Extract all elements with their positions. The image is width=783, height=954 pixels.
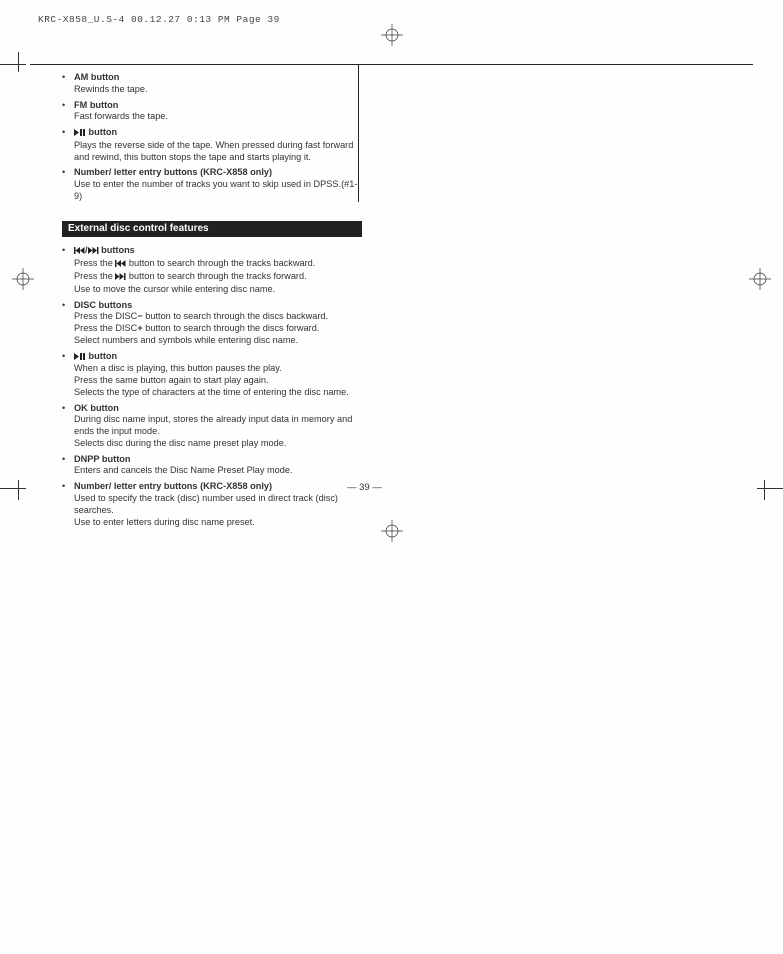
print-header: KRC-X858_U.S-4 00.12.27 0:13 PM Page 39 [38,14,280,25]
disc-controls-list: / buttons Press the button to search thr… [62,245,362,528]
item-title: button [74,351,117,361]
list-item: DISC buttons Press the DISC− button to s… [62,300,362,347]
play-pause-icon [74,352,86,364]
list-item: AM button Rewinds the tape. [62,72,362,96]
play-pause-icon [74,128,86,140]
item-title: Number/ letter entry buttons (KRC-X858 o… [74,481,272,491]
tape-controls-list: AM button Rewinds the tape. FM button Fa… [62,72,362,203]
item-title: DNPP button [74,454,130,464]
item-title: button [74,127,117,137]
list-item: OK button During disc name input, stores… [62,403,362,450]
skip-back-icon [115,259,126,271]
item-line: Press the button to search through the t… [74,258,362,271]
list-item: DNPP button Enters and cancels the Disc … [62,454,362,478]
top-rule [30,64,753,65]
item-line: Select numbers and symbols while enterin… [74,335,362,347]
list-item: button When a disc is playing, this butt… [62,351,362,399]
registration-mark-top-icon [381,24,403,46]
section-heading: External disc control features [62,221,362,238]
list-item: Number/ letter entry buttons (KRC-X858 o… [62,481,362,528]
item-line: Enters and cancels the Disc Name Preset … [74,465,362,477]
list-item: Number/ letter entry buttons (KRC-X858 o… [62,167,362,202]
item-desc: Rewinds the tape. [74,84,362,96]
item-title: DISC buttons [74,300,132,310]
crop-mark-icon [757,488,783,489]
skip-forward-icon [88,246,99,258]
list-item: / buttons Press the button to search thr… [62,245,362,295]
crop-mark-icon [0,488,26,489]
item-desc: Use to enter the number of tracks you wa… [74,179,362,203]
item-title: FM button [74,100,118,110]
item-line: Used to specify the track (disc) number … [74,493,362,517]
crop-mark-icon [18,480,19,500]
item-desc: Fast forwards the tape. [74,111,362,123]
content-column: AM button Rewinds the tape. FM button Fa… [62,72,362,534]
item-line: Press the DISC− button to search through… [74,311,362,323]
item-line: Press the button to search through the t… [74,271,362,284]
item-title: / buttons [74,245,135,255]
skip-forward-icon [115,272,126,284]
item-title: Number/ letter entry buttons (KRC-X858 o… [74,167,272,177]
item-line: Selects the type of characters at the ti… [74,387,362,399]
item-title: OK button [74,403,119,413]
item-title: AM button [74,72,119,82]
item-line: During disc name input, stores the alrea… [74,414,362,438]
registration-mark-bottom-icon [381,520,403,542]
registration-mark-left-icon [12,268,34,290]
item-line: Use to move the cursor while entering di… [74,284,362,296]
list-item: FM button Fast forwards the tape. [62,100,362,124]
list-item: button Plays the reverse side of the tap… [62,127,362,163]
registration-mark-right-icon [749,268,771,290]
crop-mark-icon [0,64,26,67]
crop-mark-icon [18,52,19,72]
item-line: Press the DISC+ button to search through… [74,323,362,335]
item-desc: Plays the reverse side of the tape. When… [74,140,362,164]
skip-back-icon [74,246,85,258]
page-number: 39 [347,482,382,493]
item-line: When a disc is playing, this button paus… [74,363,362,375]
item-line: Press the same button again to start pla… [74,375,362,387]
item-line: Selects disc during the disc name preset… [74,438,362,450]
item-line: Use to enter letters during disc name pr… [74,517,362,529]
crop-mark-icon [764,480,765,500]
